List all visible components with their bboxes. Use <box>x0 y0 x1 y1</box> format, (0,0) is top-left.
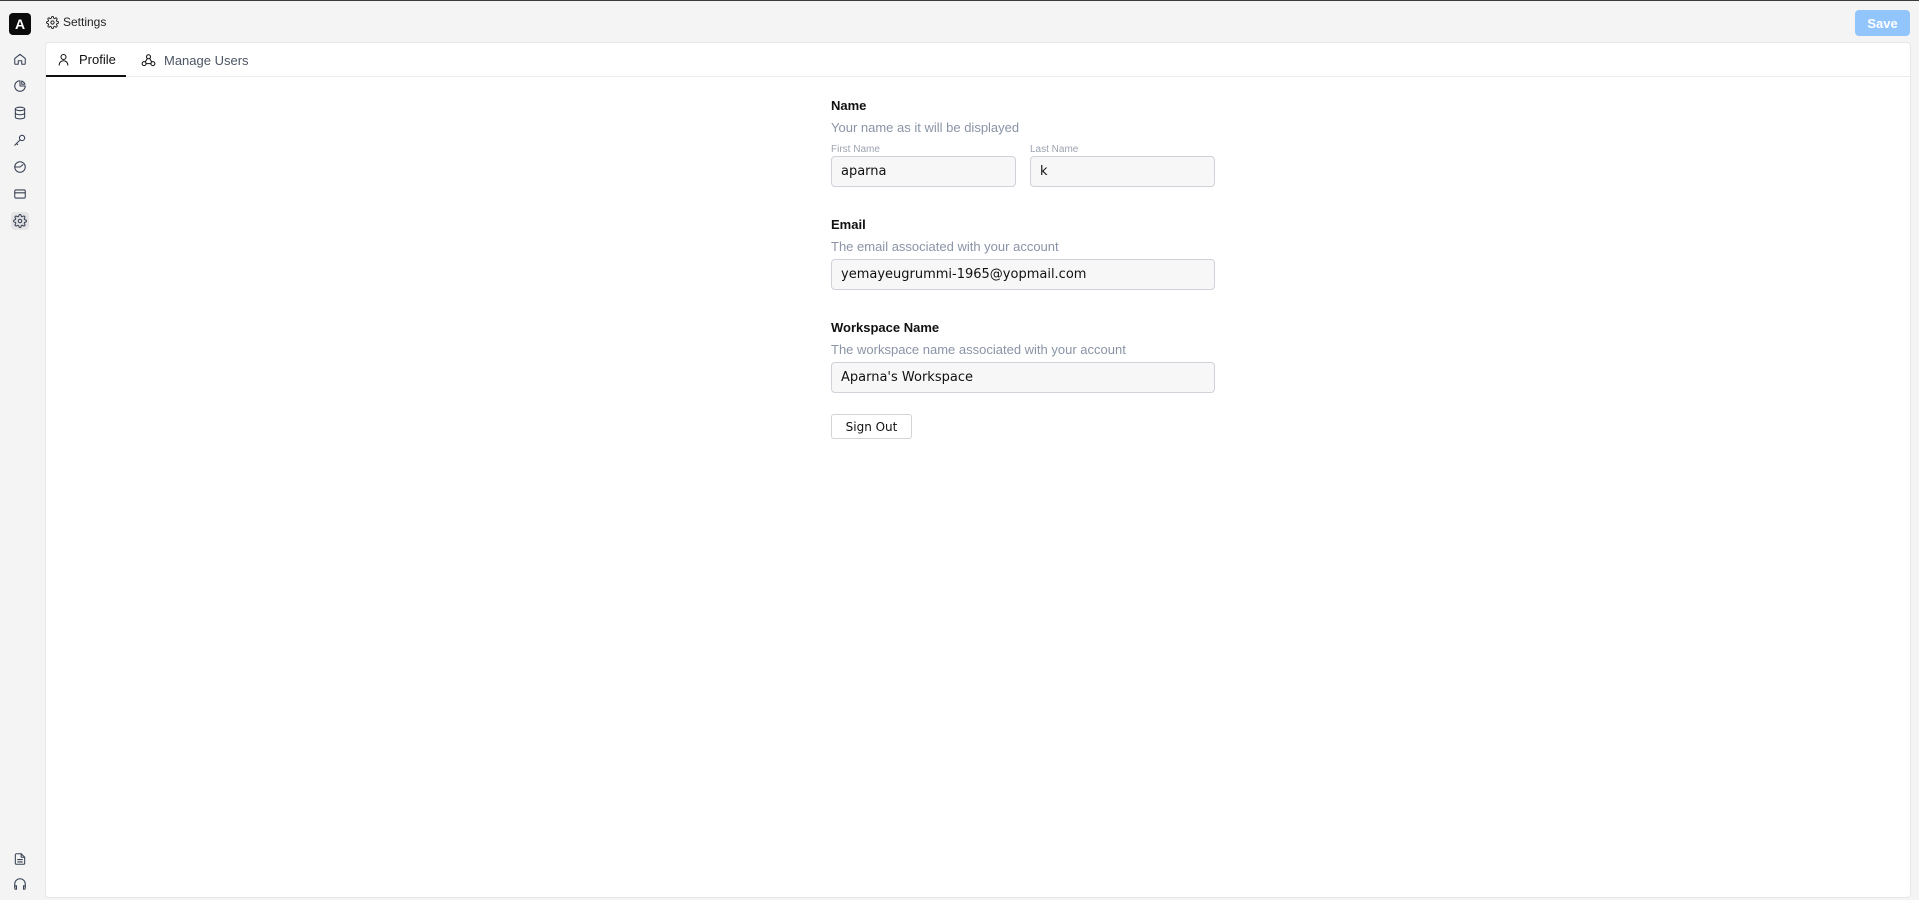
tab-manage-users[interactable]: Manage Users <box>131 43 259 77</box>
tab-profile-label: Profile <box>79 51 116 67</box>
gear-icon[interactable] <box>11 212 29 230</box>
home-icon[interactable] <box>11 50 29 68</box>
last-name-label: Last Name <box>1030 144 1079 155</box>
save-button[interactable]: Save <box>1855 10 1910 36</box>
workspace-name-field[interactable] <box>831 362 1215 393</box>
key-icon[interactable] <box>11 131 29 149</box>
user-icon <box>58 53 69 66</box>
tab-profile[interactable]: Profile <box>46 43 126 77</box>
name-section-description: Your name as it will be displayed <box>831 120 1020 135</box>
database-icon[interactable] <box>11 104 29 122</box>
email-section-title: Email <box>831 217 866 232</box>
last-name-field[interactable] <box>1030 156 1215 187</box>
sign-out-button[interactable]: Sign Out <box>831 414 912 439</box>
email-section-description: The email associated with your account <box>831 239 1059 254</box>
email-field[interactable] <box>831 259 1215 290</box>
first-name-label: First Name <box>831 144 880 155</box>
headset-icon[interactable] <box>11 875 29 893</box>
app-logo[interactable]: A <box>9 13 31 35</box>
card-icon[interactable] <box>11 185 29 203</box>
settings-gear-icon <box>46 15 59 29</box>
page-header: Settings <box>46 14 106 30</box>
settings-tabs: Profile Manage Users <box>46 43 1910 77</box>
document-icon[interactable] <box>11 850 29 868</box>
first-name-field[interactable] <box>831 156 1016 187</box>
workspace-section-description: The workspace name associated with your … <box>831 342 1126 357</box>
dashboard-icon[interactable] <box>11 158 29 176</box>
pie-chart-icon[interactable] <box>11 77 29 95</box>
workspace-section-title: Workspace Name <box>831 320 940 335</box>
users-icon <box>141 53 156 66</box>
name-section-title: Name <box>831 98 867 113</box>
page-title: Settings <box>63 15 107 29</box>
tab-manage-users-label: Manage Users <box>164 52 249 68</box>
settings-panel: Profile Manage Users Name Your name as i… <box>45 42 1911 898</box>
left-rail: A <box>0 1 40 900</box>
